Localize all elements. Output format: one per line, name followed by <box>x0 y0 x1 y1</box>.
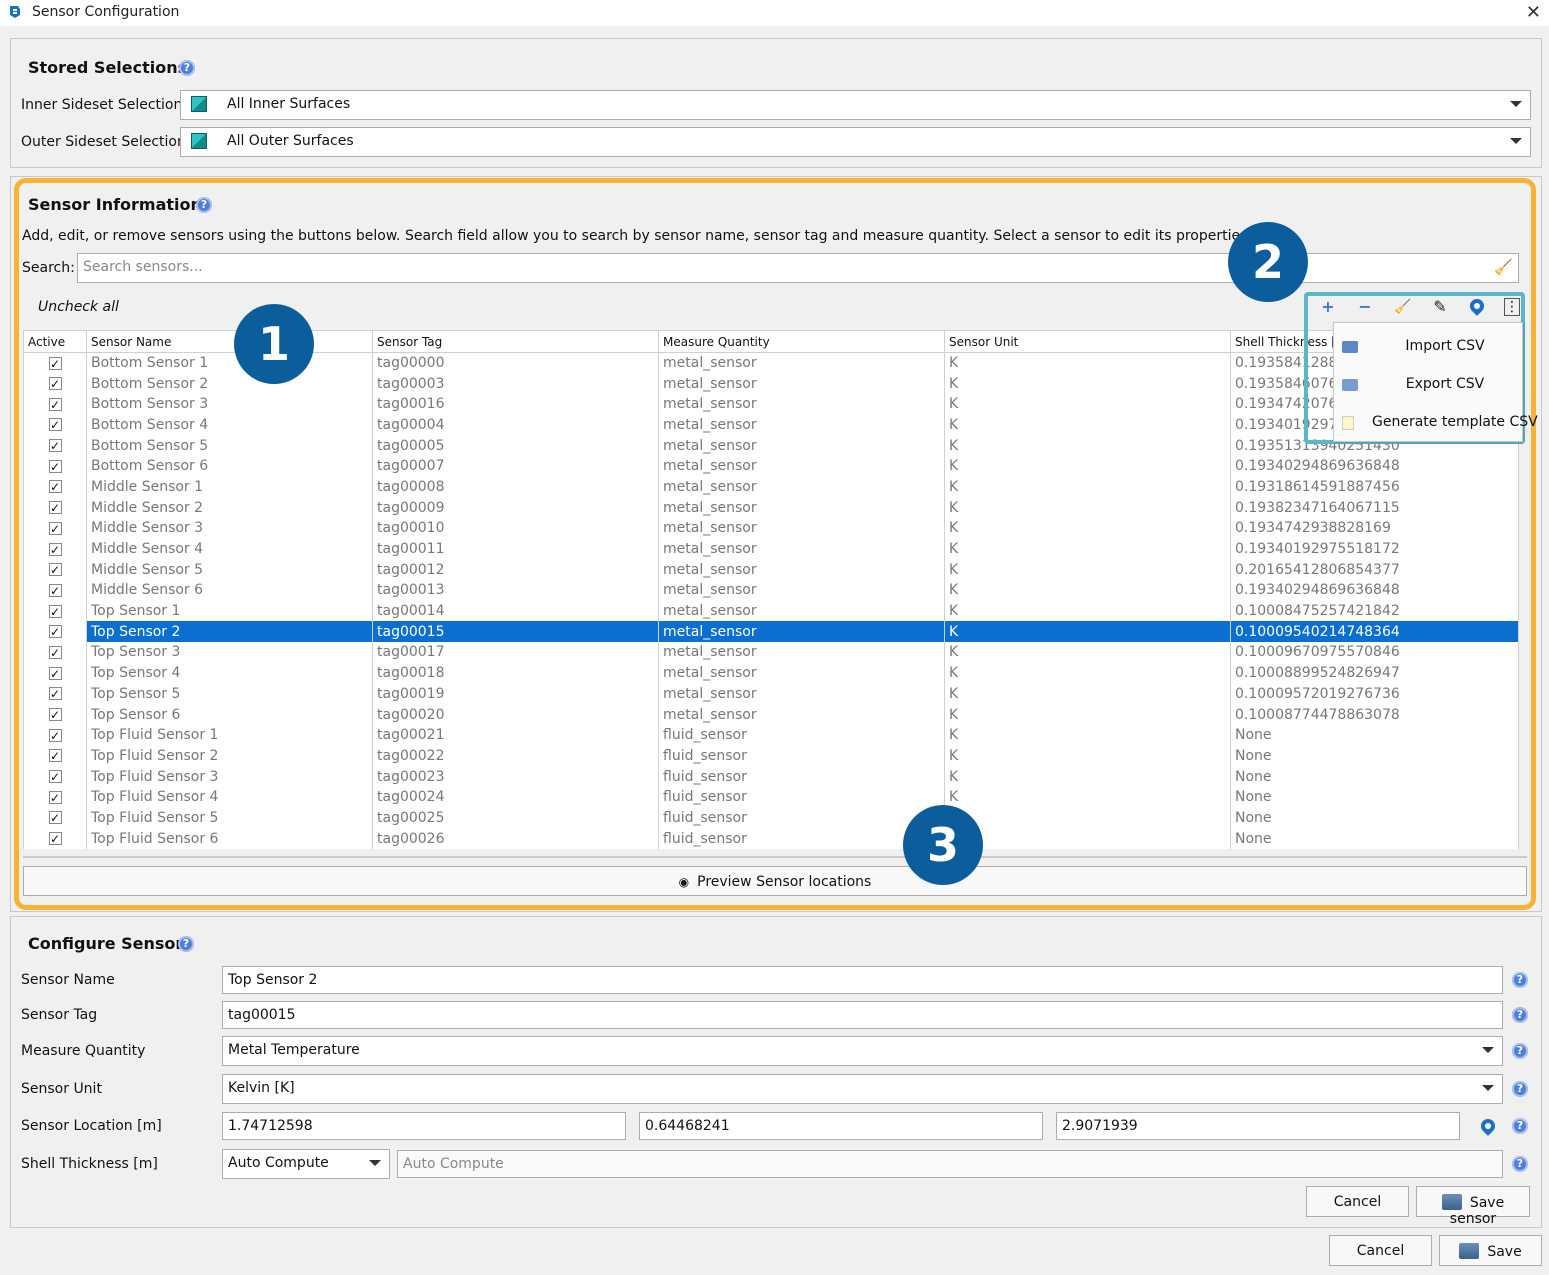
callout-badge-3: 3 <box>903 805 983 885</box>
sensor-name-label: Sensor Name <box>21 972 115 988</box>
save-button[interactable]: Save <box>1439 1235 1542 1266</box>
menu-item-label: Export CSV <box>1405 376 1485 392</box>
cancel-sensor-button[interactable]: Cancel <box>1306 1186 1409 1217</box>
save-label: Save <box>1487 1244 1522 1260</box>
inner-sideset-label: Inner Sideset Selection <box>21 97 183 113</box>
shell-thickness-field[interactable]: Auto Compute <box>397 1150 1503 1178</box>
cancel-sensor-label: Cancel <box>1333 1194 1382 1210</box>
document-icon <box>1342 416 1354 430</box>
menu-item-generate-template-csv[interactable]: Generate template CSV <box>1334 405 1538 441</box>
title-bar: Sensor Configuration ✕ <box>0 0 1549 26</box>
shell-thickness-mode-value: Auto Compute <box>228 1155 329 1171</box>
export-icon <box>1342 379 1358 391</box>
sensor-tag-field[interactable]: tag00015 <box>222 1001 1503 1029</box>
chevron-down-icon <box>369 1160 381 1166</box>
shell-thickness-label: Shell Thickness [m] <box>21 1156 158 1172</box>
window-title: Sensor Configuration <box>32 4 180 20</box>
chevron-down-icon <box>1510 101 1522 107</box>
measure-quantity-value: Metal Temperature <box>228 1042 360 1058</box>
shell-thickness-help-icon[interactable]: ? <box>1512 1156 1528 1172</box>
menu-item-label: Import CSV <box>1405 338 1485 354</box>
menu-item-import-csv[interactable]: Import CSV <box>1334 329 1524 365</box>
close-icon[interactable]: ✕ <box>1526 2 1541 23</box>
menu-item-label: Generate template CSV <box>1372 414 1538 430</box>
sensor-location-y-field[interactable]: 0.64468241 <box>639 1112 1043 1140</box>
cancel-label: Cancel <box>1356 1243 1405 1259</box>
configure-sensor-group <box>10 916 1542 1228</box>
measure-quantity-help-icon[interactable]: ? <box>1512 1043 1528 1059</box>
save-icon <box>1459 1243 1480 1259</box>
shell-thickness-mode-select[interactable]: Auto Compute <box>222 1149 390 1179</box>
measure-quantity-label: Measure Quantity <box>21 1043 146 1059</box>
sensor-location-z-field[interactable]: 2.9071939 <box>1056 1112 1460 1140</box>
csv-menu: Import CSV Export CSV Generate template … <box>1333 322 1538 442</box>
outer-sideset-value: All Outer Surfaces <box>227 133 354 149</box>
outer-sideset-select[interactable]: All Outer Surfaces <box>180 127 1531 157</box>
folder-icon <box>1342 341 1358 353</box>
save-sensor-button[interactable]: Save sensor <box>1416 1186 1530 1227</box>
sensor-unit-select[interactable]: Kelvin [K] <box>222 1074 1503 1104</box>
cube-icon <box>191 133 207 149</box>
sensor-tag-help-icon[interactable]: ? <box>1512 1007 1528 1023</box>
save-icon <box>1441 1194 1462 1210</box>
app-icon <box>10 6 20 18</box>
chevron-down-icon <box>1482 1047 1494 1053</box>
chevron-down-icon <box>1482 1085 1494 1091</box>
sensor-unit-label: Sensor Unit <box>21 1081 102 1097</box>
inner-sideset-select[interactable]: All Inner Surfaces <box>180 90 1531 120</box>
sensor-tag-label: Sensor Tag <box>21 1007 98 1023</box>
configure-sensor-help-icon[interactable]: ? <box>178 936 194 952</box>
sensor-name-help-icon[interactable]: ? <box>1512 972 1528 988</box>
sensor-information-highlight <box>14 178 1536 910</box>
callout-badge-2: 2 <box>1228 222 1308 302</box>
configure-sensor-title: Configure Sensor <box>28 934 184 953</box>
sensor-name-field[interactable]: Top Sensor 2 <box>222 966 1503 994</box>
stored-selections-title: Stored Selections <box>28 58 188 77</box>
cancel-button[interactable]: Cancel <box>1329 1235 1432 1266</box>
chevron-down-icon <box>1510 138 1522 144</box>
outer-sideset-label: Outer Sideset Selection: <box>21 134 191 150</box>
menu-item-export-csv[interactable]: Export CSV <box>1334 367 1524 403</box>
inner-sideset-value: All Inner Surfaces <box>227 96 351 112</box>
sensor-unit-help-icon[interactable]: ? <box>1512 1081 1528 1097</box>
sensor-location-label: Sensor Location [m] <box>21 1118 162 1134</box>
cube-icon <box>191 96 207 112</box>
callout-badge-1: 1 <box>234 304 314 384</box>
stored-selections-help-icon[interactable]: ? <box>179 60 195 76</box>
sensor-location-help-icon[interactable]: ? <box>1512 1118 1528 1134</box>
measure-quantity-select[interactable]: Metal Temperature <box>222 1036 1503 1066</box>
sensor-unit-value: Kelvin [K] <box>228 1080 295 1096</box>
sensor-location-x-field[interactable]: 1.74712598 <box>222 1112 626 1140</box>
